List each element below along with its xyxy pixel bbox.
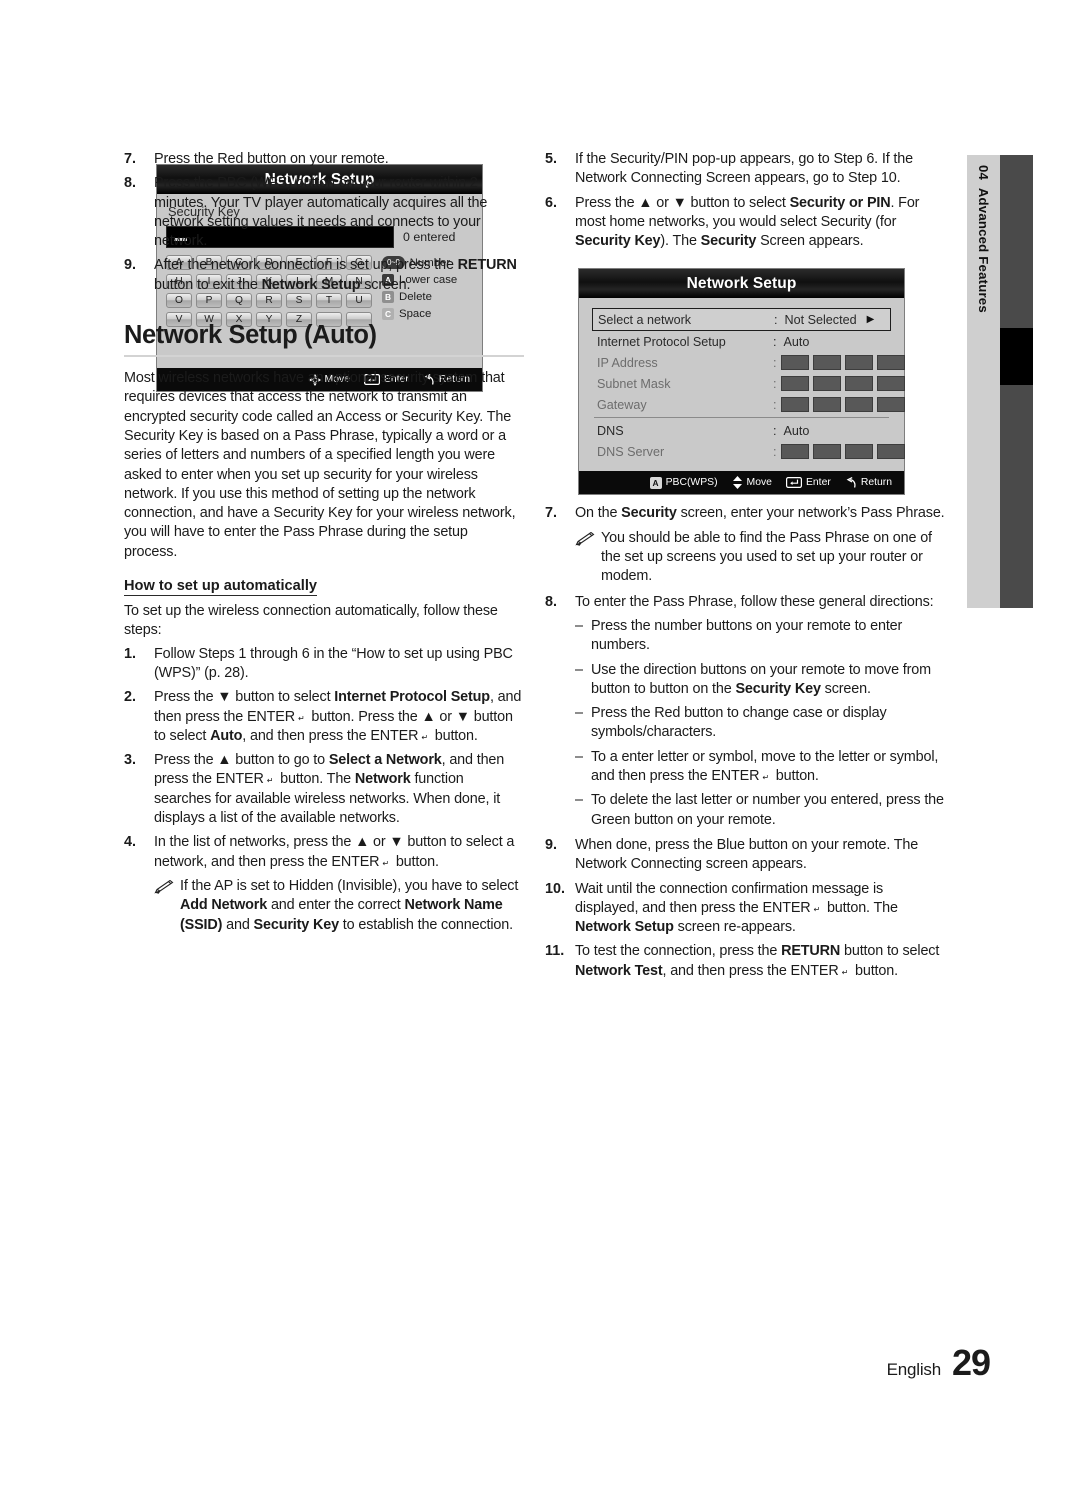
step-text: Press the ▲ or ▼ button to select Securi… — [575, 194, 920, 250]
step-7: 7. On the Security screen, enter your net… — [545, 504, 945, 523]
step-text: Follow Steps 1 through 6 in the “How to … — [154, 645, 513, 681]
step-item: 8. Press the PBC (WPS) button on your rou… — [124, 174, 524, 251]
chapter-title: Advanced Features — [976, 187, 991, 313]
step-text: On the Security screen, enter your netwo… — [575, 505, 945, 522]
step-item: 3. Press the ▲ button to go to Select a N… — [124, 751, 524, 828]
steps-list-top: 7. Press the Red button on your remote. 8.… — [124, 150, 524, 295]
step-item: 6. Press the ▲ or ▼ button to select Secu… — [545, 194, 945, 252]
dash-marker: – — [575, 792, 584, 809]
subsection-heading: How to set up automatically — [124, 578, 317, 597]
step-number: 6. — [545, 194, 558, 211]
steps-list-bottom: 9. When done, press the Blue button on yo… — [545, 836, 945, 981]
step-text: Press the ▲ button to go to Select a Net… — [154, 752, 505, 827]
step-number: 8. — [545, 593, 558, 610]
step-number: 9. — [124, 257, 137, 274]
step-item: 2. Press the ▼ button to select Internet … — [124, 688, 524, 746]
step-number: 11. — [545, 943, 565, 960]
page-number: 29 — [951, 1342, 991, 1383]
note-block: If the AP is set to Hidden (Invisible), … — [154, 877, 524, 935]
page-footer: English 29 — [886, 1342, 991, 1384]
dash-bullet-list: – Press the number buttons on your remote… — [575, 617, 945, 830]
dash-item: – To delete the last letter or number you… — [575, 791, 945, 830]
figure2-spacer — [545, 256, 945, 504]
step-item: 9. When done, press the Blue button on yo… — [545, 836, 945, 875]
note-text: If the AP is set to Hidden (Invisible), … — [180, 877, 519, 933]
dash-item: – Press the Red button to change case or … — [575, 704, 945, 743]
chapter-tab-marker — [1000, 328, 1033, 385]
dash-item: – Press the number buttons on your remote… — [575, 617, 945, 656]
dash-text: Press the number buttons on your remote … — [591, 617, 903, 654]
step-number: 5. — [545, 151, 558, 167]
left-text-column: 7. Press the Red button on your remote. 8.… — [124, 150, 524, 941]
right-text-column: 5. If the Security/PIN pop-up appears, go… — [545, 150, 945, 986]
dash-text: Press the Red button to change case or d… — [591, 705, 887, 741]
step-item: 7. Press the Red button on your remote. — [124, 150, 524, 169]
step-item: 7. On the Security screen, enter your net… — [545, 504, 945, 523]
dash-marker: – — [575, 661, 584, 678]
manual-page: Network Setup Security Key 0 entered ABC… — [0, 0, 1080, 1494]
steps-list-top: 5. If the Security/PIN pop-up appears, go… — [545, 150, 945, 251]
step-number: 9. — [545, 836, 558, 853]
pencil-note-icon — [575, 529, 601, 587]
note-text: You should be able to find the Pass Phra… — [601, 529, 932, 585]
dash-text: Use the direction buttons on your remote… — [591, 661, 931, 697]
step-item: 8. To enter the Pass Phrase, follow these… — [545, 593, 945, 612]
step-item: 1. Follow Steps 1 through 6 in the “How t… — [124, 645, 524, 684]
dash-item: – Use the direction buttons on your remot… — [575, 661, 945, 700]
pencil-note-icon — [154, 877, 180, 935]
chapter-number: 04 — [976, 165, 991, 181]
step-number: 3. — [124, 752, 137, 769]
step-text: In the list of networks, press the ▲ or … — [154, 834, 515, 870]
note-block: You should be able to find the Pass Phra… — [575, 529, 945, 587]
step-text: After the network connection is set up, … — [154, 257, 517, 293]
step-number: 1. — [124, 645, 137, 662]
step-text: If the Security/PIN pop-up appears, go t… — [575, 151, 913, 187]
step-text: To enter the Pass Phrase, follow these g… — [575, 593, 934, 610]
chapter-tab-label: 04 Advanced Features — [967, 155, 1000, 608]
step-number: 7. — [545, 505, 558, 522]
sub-intro-paragraph: To set up the wireless connection automa… — [124, 603, 498, 639]
step-number: 7. — [124, 151, 137, 167]
steps-list: 1. Follow Steps 1 through 6 in the “How t… — [124, 645, 524, 872]
step-text: When done, press the Blue button on your… — [575, 836, 919, 873]
step-text: Wait until the connection confirmation m… — [575, 880, 898, 936]
intro-paragraph: Most wireless networks have an optional … — [124, 370, 516, 560]
dash-text: To delete the last letter or number you … — [591, 792, 944, 828]
step-item: 9. After the network connection is set up… — [124, 256, 524, 295]
step-text: Press the PBC (WPS) button on your route… — [154, 175, 488, 250]
dash-marker: – — [575, 748, 584, 765]
step-text: To test the connection, press the RETURN… — [575, 943, 940, 979]
step-item: 5. If the Security/PIN pop-up appears, go… — [545, 150, 945, 189]
step-number: 10. — [545, 880, 566, 897]
step-number: 2. — [124, 689, 137, 706]
dash-marker: – — [575, 705, 584, 722]
chapter-tab-text: 04 Advanced Features — [976, 165, 991, 313]
dash-marker: – — [575, 617, 584, 634]
step-text: Press the Red button on your remote. — [154, 151, 389, 167]
page-title: Network Setup (Auto) — [124, 321, 524, 358]
language-label: English — [886, 1360, 942, 1379]
step-number: 4. — [124, 834, 137, 851]
step-8: 8. To enter the Pass Phrase, follow these… — [545, 593, 945, 612]
dash-text: To a enter letter or symbol, move to the… — [591, 748, 939, 785]
step-item: 4. In the list of networks, press the ▲ o… — [124, 833, 524, 872]
step-number: 8. — [124, 175, 137, 192]
step-text: Press the ▼ button to select Internet Pr… — [154, 689, 522, 744]
dash-item: – To a enter letter or symbol, move to th… — [575, 748, 945, 787]
step-item: 10. Wait until the connection confirmatio… — [545, 880, 945, 938]
step-item: 11. To test the connection, press the RET… — [545, 942, 945, 981]
